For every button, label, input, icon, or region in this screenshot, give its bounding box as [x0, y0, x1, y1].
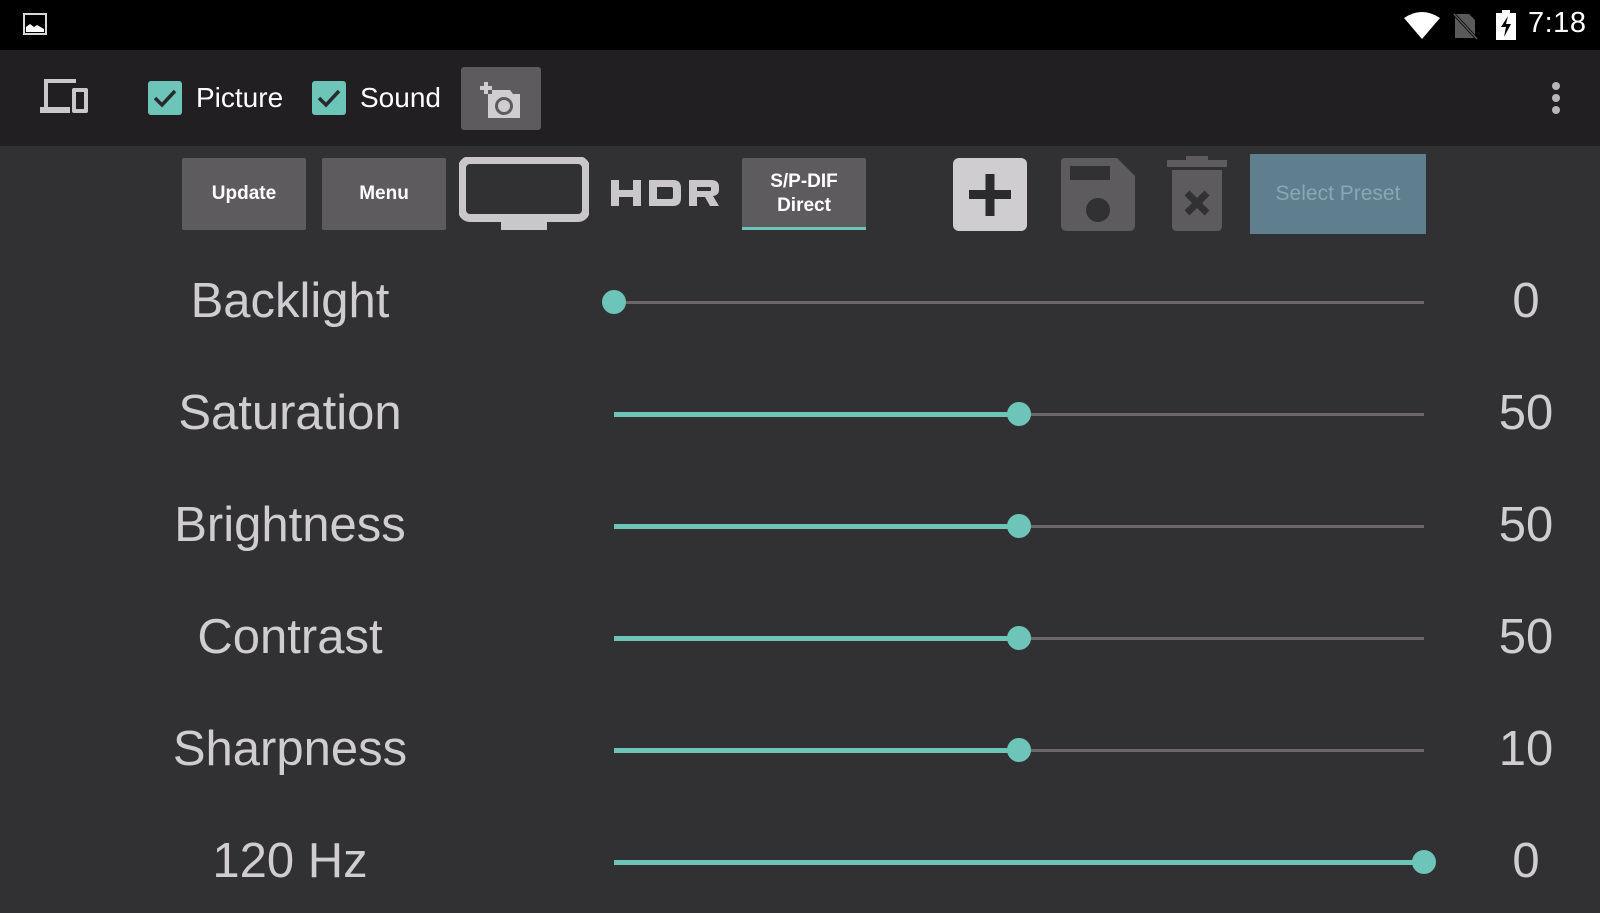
hdr-icon[interactable]: [609, 172, 721, 214]
delete-icon[interactable]: [1167, 156, 1227, 231]
slider-thumb[interactable]: [1007, 738, 1031, 762]
slider-thumb[interactable]: [1007, 626, 1031, 650]
setting-label: Backlight: [190, 274, 390, 328]
screenshot-button[interactable]: [461, 67, 541, 130]
slider-fill: [614, 748, 1019, 753]
setting-value: 10: [1498, 722, 1554, 776]
slider-thumb[interactable]: [1412, 850, 1436, 874]
slider-track: [614, 301, 1424, 304]
battery-charging-icon: [1496, 10, 1516, 40]
slider-fill: [614, 412, 1019, 417]
setting-row-contrast: Contrast 50: [0, 589, 1600, 689]
setting-label: Brightness: [174, 498, 406, 552]
slider-thumb[interactable]: [1007, 514, 1031, 538]
picture-checkbox[interactable]: Picture: [148, 77, 283, 119]
setting-row-backlight: Backlight 0: [0, 253, 1600, 353]
spdif-direct-toggle[interactable]: S/P-DIF Direct: [742, 158, 866, 230]
add-camera-icon: [480, 81, 520, 118]
setting-label: Contrast: [197, 610, 383, 664]
wifi-icon: [1404, 12, 1440, 39]
clock: 7:18: [1528, 7, 1587, 39]
contrast-slider[interactable]: [614, 618, 1424, 658]
setting-row-saturation: Saturation 50: [0, 365, 1600, 465]
setting-label: 120 Hz: [212, 834, 368, 888]
sharpness-slider[interactable]: [614, 730, 1424, 770]
tv-icon[interactable]: [459, 157, 589, 232]
no-sim-icon: [1452, 12, 1478, 40]
sound-label: Sound: [360, 82, 441, 113]
checkbox-checked[interactable]: [148, 81, 182, 115]
slider-thumb[interactable]: [1007, 402, 1031, 426]
spdif-label-line2: Direct: [777, 195, 831, 216]
setting-row-brightness: Brightness 50: [0, 477, 1600, 577]
120hz-slider[interactable]: [614, 842, 1436, 882]
setting-value: 0: [1512, 834, 1540, 888]
sound-checkbox[interactable]: Sound: [312, 77, 441, 119]
backlight-slider[interactable]: [602, 282, 1424, 322]
check-icon: [317, 89, 341, 108]
setting-label: Sharpness: [172, 722, 408, 776]
setting-label: Saturation: [178, 386, 402, 440]
spdif-label-line1: S/P-DIF: [770, 171, 838, 192]
setting-value: 50: [1498, 498, 1554, 552]
active-indicator: [742, 227, 866, 230]
setting-row-120hz: 120 Hz 0: [0, 813, 1600, 913]
menu-button[interactable]: Menu: [322, 158, 446, 230]
more-vert-icon[interactable]: [1544, 80, 1568, 120]
picture-label: Picture: [196, 82, 284, 113]
saturation-slider[interactable]: [614, 394, 1424, 434]
update-button[interactable]: Update: [182, 158, 306, 230]
check-icon: [153, 89, 177, 108]
save-icon[interactable]: [1061, 158, 1135, 231]
status-bar: 7:18: [0, 0, 1600, 50]
action-bar: Picture Sound: [0, 50, 1600, 146]
setting-value: 0: [1512, 274, 1540, 328]
select-preset-button[interactable]: Select Preset: [1250, 154, 1426, 234]
devices-icon[interactable]: [38, 77, 90, 115]
setting-row-sharpness: Sharpness 10: [0, 701, 1600, 801]
setting-value: 50: [1498, 610, 1554, 664]
setting-value: 50: [1498, 386, 1554, 440]
gallery-notification-icon: [23, 13, 47, 35]
slider-fill: [614, 636, 1019, 641]
add-preset-icon[interactable]: [953, 158, 1027, 231]
brightness-slider[interactable]: [614, 506, 1424, 546]
slider-fill: [614, 524, 1019, 529]
slider-fill: [614, 860, 1424, 865]
checkbox-checked[interactable]: [312, 81, 346, 115]
slider-thumb[interactable]: [602, 290, 626, 314]
